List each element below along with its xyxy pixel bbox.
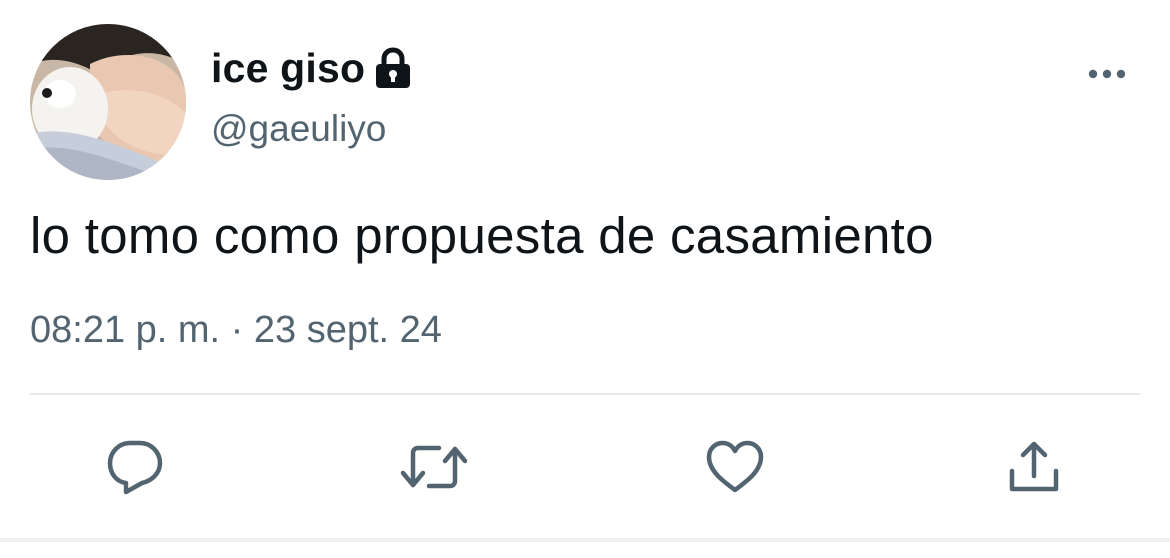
avatar-image <box>30 24 186 180</box>
reply-icon <box>107 440 163 495</box>
tweet-text: lo tomo como propuesta de casamiento <box>30 207 934 264</box>
bottom-divider <box>0 538 1170 542</box>
display-name[interactable]: ice giso <box>211 45 365 92</box>
share-button[interactable] <box>999 432 1069 502</box>
display-name-row: ice giso <box>211 40 413 96</box>
like-button[interactable] <box>700 432 770 502</box>
share-icon <box>1009 441 1059 492</box>
retweet-icon <box>400 445 468 489</box>
user-handle[interactable]: @gaeuliyo <box>211 108 386 150</box>
more-button[interactable] <box>1080 56 1134 92</box>
heart-icon <box>706 440 764 493</box>
avatar[interactable] <box>30 24 186 180</box>
tweet-timestamp[interactable]: 08:21 p. m. · 23 sept. 24 <box>30 309 442 352</box>
lock-icon <box>373 46 413 90</box>
more-horizontal-icon <box>1088 69 1126 79</box>
reply-button[interactable] <box>100 432 170 502</box>
divider <box>30 393 1140 395</box>
retweet-button[interactable] <box>399 432 469 502</box>
